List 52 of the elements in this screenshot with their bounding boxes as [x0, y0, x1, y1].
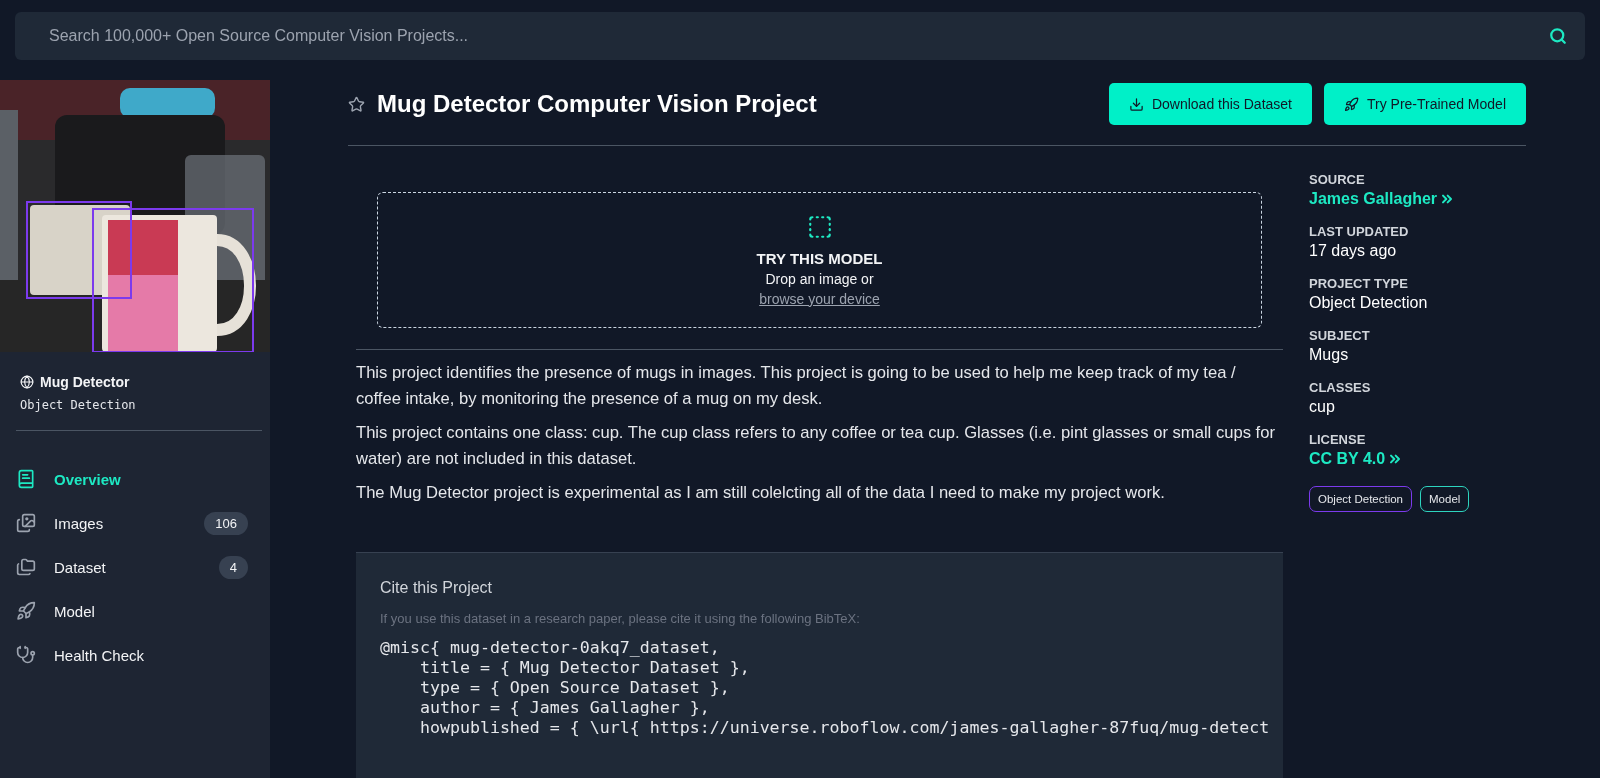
code-line: type = { Open Source Dataset },	[418, 678, 731, 698]
code-line: title = { Mug Detector Dataset },	[418, 658, 751, 678]
meta-label: LICENSE	[1309, 432, 1367, 447]
count-badge: 4	[218, 555, 248, 579]
images-icon	[16, 513, 36, 533]
download-icon	[1128, 96, 1144, 112]
drop-text: Drop an image or	[765, 270, 874, 287]
star-icon[interactable]	[348, 95, 365, 113]
book-icon	[16, 469, 36, 489]
meta-label: PROJECT TYPE	[1309, 276, 1409, 291]
download-button[interactable]: Download this Dataset	[1108, 83, 1312, 125]
nav-item[interactable]: Images 106	[0, 501, 270, 545]
rocket-icon	[16, 601, 36, 621]
meta-label: SOURCE	[1309, 172, 1366, 187]
meta-label: SUBJECT	[1309, 328, 1371, 343]
citation-hint: If you use this dataset in a research paper, please cite it using the following BibTeX:	[380, 611, 861, 626]
meta-value: Mugs	[1309, 346, 1350, 364]
nav-item[interactable]: Health Check	[0, 633, 270, 677]
drop-zone[interactable]: TRY THIS MODEL Drop an image or browse your device	[377, 192, 1262, 328]
search-icon[interactable]	[1549, 27, 1567, 45]
description-paragraph: The Mug Detector project is experimental as I am still colelcting all of the data I need to make my project work.	[356, 482, 1166, 504]
nav-item[interactable]: Overview	[0, 457, 270, 501]
meta-value: 17 days ago	[1309, 242, 1398, 260]
meta-label: LAST UPDATED	[1309, 224, 1410, 239]
meta-value: cup	[1309, 398, 1336, 416]
nav-item[interactable]: Model	[0, 589, 270, 633]
project-title: Mug Detector Computer Vision Project	[377, 90, 818, 118]
tag[interactable]: Object Detection	[1309, 486, 1412, 512]
meta-link[interactable]: James Gallagher	[1309, 190, 1456, 208]
code-line: @misc{ mug-detector-0akq7_dataset,	[380, 638, 721, 658]
nav-item[interactable]: Dataset 4	[0, 545, 270, 589]
count-badge: 106	[204, 511, 248, 535]
code-line: howpublished = { \url{ https://universe.roboflow.com/james-gallagher-87fuq/mug-detect	[418, 718, 1271, 738]
drop-title: TRY THIS MODEL	[756, 249, 883, 267]
project-name: Mug Detector	[40, 374, 130, 390]
globe-icon	[20, 375, 34, 389]
meta-link[interactable]: CC BY 4.0	[1309, 450, 1404, 468]
meta-label: CLASSES	[1309, 380, 1372, 395]
browse-link[interactable]: browse your device	[759, 290, 880, 307]
try-model-button[interactable]: Try Pre-Trained Model	[1324, 83, 1526, 125]
stethoscope-icon	[16, 645, 36, 665]
folders-icon	[16, 557, 36, 577]
tag[interactable]: Model	[1420, 486, 1470, 512]
bounding-box-icon	[806, 213, 833, 240]
search-field[interactable]: Search 100,000+ Open Source Computer Vision Projects...	[15, 12, 1585, 60]
citation-title: Cite this Project	[380, 579, 494, 597]
description-paragraph: This project identifies the presence of mugs in images. This project is going to be used to help me keep track of my tea / coffee intake, by monitoring the presence of a mug on my desk.	[356, 362, 1237, 410]
rocket-icon	[1344, 96, 1359, 112]
code-line: author = { James Gallagher },	[418, 698, 711, 718]
project-type: Object Detection	[20, 398, 137, 412]
description-paragraph: This project contains one class: cup. The cup class refers to any coffee or tea cup. Glasses (i.e. pint glasses or small cups for water) are not included in this dataset.	[356, 422, 1276, 470]
meta-value: Object Detection	[1309, 294, 1429, 312]
